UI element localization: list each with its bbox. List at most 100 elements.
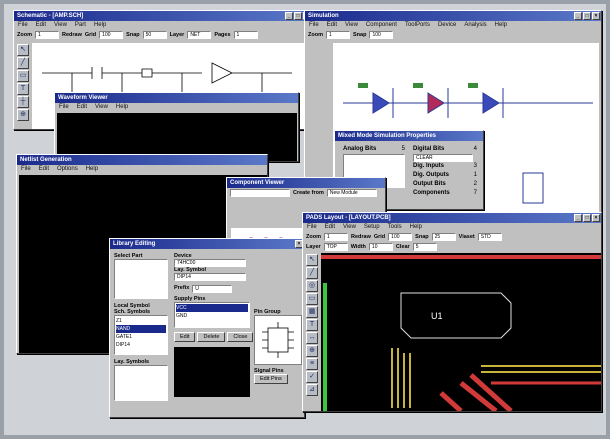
digital-bits-label: Digital Bits — [413, 146, 445, 152]
supply-pin-item[interactable]: GND — [176, 312, 248, 320]
lay-symbol-field[interactable]: DIP14 — [174, 273, 246, 281]
layer-field[interactable]: NET — [187, 31, 212, 39]
part-tool-icon[interactable]: ▭ — [306, 293, 318, 305]
viewer-titlebar[interactable]: Component Viewer — [227, 178, 385, 188]
snap-label: Snap — [352, 32, 367, 38]
measure-tool-icon[interactable]: ⊿ — [306, 384, 318, 396]
pads-titlebar[interactable]: PADS Layout - [LAYOUT.PCB] _ □ × — [303, 213, 601, 223]
symbol-item[interactable]: GATE1 — [116, 333, 166, 341]
mode-select[interactable]: CLEAR — [413, 154, 473, 162]
select-tool-icon[interactable]: ↖ — [306, 254, 318, 266]
device-field[interactable]: 74HC00 — [174, 259, 246, 267]
menu-item-view[interactable]: View — [95, 103, 108, 112]
menu-item-view[interactable]: View — [54, 21, 67, 30]
menu-item-help[interactable]: Help — [495, 21, 507, 30]
create-from-field[interactable]: New Module — [326, 189, 377, 197]
layer-tool-icon[interactable]: ≡ — [306, 358, 318, 370]
zoom-field[interactable]: 1 — [34, 31, 59, 39]
select-tool-icon[interactable]: ↖ — [17, 44, 29, 56]
dimension-tool-icon[interactable]: ↔ — [306, 332, 318, 344]
menu-item-edit[interactable]: Edit — [77, 103, 87, 112]
mixed-mode-titlebar[interactable]: Mixed Mode Simulation Properties — [335, 131, 483, 141]
supply-pin-list[interactable]: VCC GND — [174, 302, 250, 328]
maximize-icon[interactable]: □ — [294, 12, 302, 20]
part-tool-icon[interactable]: ▭ — [17, 70, 29, 82]
redraw-button[interactable]: Redraw — [351, 234, 371, 240]
snap-field[interactable]: 50 — [142, 31, 167, 39]
edit-pins-button[interactable]: Edit Pins — [254, 374, 288, 384]
grid-field[interactable]: 100 — [99, 31, 124, 39]
text-tool-icon[interactable]: T — [17, 83, 29, 95]
zoom-tool-icon[interactable]: ⊕ — [17, 109, 29, 121]
via-tool-icon[interactable]: ◎ — [306, 280, 318, 292]
close-icon[interactable]: × — [592, 214, 600, 222]
menu-item-component[interactable]: Component — [366, 21, 397, 30]
minimize-icon[interactable]: _ — [574, 214, 582, 222]
menu-item-view[interactable]: View — [345, 21, 358, 30]
simulator-titlebar[interactable]: Simulation _ □ × — [305, 11, 601, 21]
simulator-title: Simulation — [308, 13, 339, 19]
viewer-field[interactable] — [230, 189, 290, 197]
delete-button[interactable]: Delete — [197, 332, 226, 342]
wire-tool-icon[interactable]: ╱ — [17, 57, 29, 69]
menu-item-toolports[interactable]: ToolPorts — [405, 21, 430, 30]
menu-item-part[interactable]: Part — [75, 21, 86, 30]
route-tool-icon[interactable]: ╱ — [306, 267, 318, 279]
menu-item-tools[interactable]: Tools — [388, 223, 402, 232]
width-field[interactable]: 10 — [368, 243, 393, 251]
menu-item-help[interactable]: Help — [116, 103, 128, 112]
menu-item-edit[interactable]: Edit — [327, 21, 337, 30]
menu-item-file[interactable]: File — [307, 223, 317, 232]
text-tool-icon[interactable]: T — [306, 319, 318, 331]
edit-button[interactable]: Edit — [174, 332, 196, 342]
net-tool-icon[interactable]: ┼ — [17, 96, 29, 108]
zoom-field[interactable]: 1 — [323, 233, 348, 241]
menu-item-help[interactable]: Help — [94, 21, 106, 30]
viaset-field[interactable]: STD — [477, 233, 502, 241]
maximize-icon[interactable]: □ — [583, 214, 591, 222]
zoom-tool-icon[interactable]: ⊕ — [306, 345, 318, 357]
minimize-icon[interactable]: _ — [574, 12, 582, 20]
menu-item-file[interactable]: File — [18, 21, 28, 30]
close-icon[interactable]: × — [592, 12, 600, 20]
menu-item-device[interactable]: Device — [438, 21, 456, 30]
menu-item-analysis[interactable]: Analysis — [464, 21, 486, 30]
supply-pin-item[interactable]: VCC — [176, 304, 248, 312]
menu-item-file[interactable]: File — [309, 21, 319, 30]
minimize-icon[interactable]: _ — [285, 12, 293, 20]
netlist-titlebar[interactable]: Netlist Generation — [17, 155, 267, 165]
snap-field[interactable]: 25 — [431, 233, 456, 241]
menu-item-help[interactable]: Help — [86, 165, 98, 174]
symbol-item-selected[interactable]: NAND — [116, 325, 166, 333]
clear-field[interactable]: 5 — [412, 243, 437, 251]
menu-item-help[interactable]: Help — [410, 223, 422, 232]
snap-field[interactable]: 100 — [369, 31, 394, 39]
symbol-item[interactable]: Z1 — [116, 317, 166, 325]
menu-item-edit[interactable]: Edit — [36, 21, 46, 30]
redraw-button[interactable]: Redraw — [62, 32, 82, 38]
schematic-titlebar[interactable]: Schematic - [AMP.SCH] _□× — [14, 11, 312, 21]
pcb-canvas[interactable]: U1 — [321, 253, 601, 411]
waveform-titlebar[interactable]: Waveform Viewer — [55, 93, 298, 103]
grid-field[interactable]: 100 — [388, 233, 413, 241]
drc-tool-icon[interactable]: ✓ — [306, 371, 318, 383]
menu-item-setup[interactable]: Setup — [364, 223, 380, 232]
lay-symbol-list[interactable] — [114, 365, 168, 401]
menu-item-options[interactable]: Options — [57, 165, 78, 174]
copper-tool-icon[interactable]: ▦ — [306, 306, 318, 318]
maximize-icon[interactable]: □ — [583, 12, 591, 20]
menu-item-file[interactable]: File — [59, 103, 69, 112]
layer-field[interactable]: TOP — [323, 243, 348, 251]
menu-item-view[interactable]: View — [343, 223, 356, 232]
part-list[interactable] — [114, 259, 168, 299]
menu-item-edit[interactable]: Edit — [39, 165, 49, 174]
menu-item-edit[interactable]: Edit — [325, 223, 335, 232]
symbol-list[interactable]: Z1 NAND GATE1 DIP14 — [114, 315, 168, 355]
symbol-item[interactable]: DIP14 — [116, 341, 166, 349]
library-titlebar[interactable]: Library Editing × — [110, 239, 304, 249]
menu-item-file[interactable]: File — [21, 165, 31, 174]
close-button[interactable]: Close — [227, 332, 254, 342]
prefix-field[interactable]: U — [192, 285, 233, 293]
pages-field[interactable]: 1 — [233, 31, 258, 39]
zoom-field[interactable]: 1 — [325, 31, 350, 39]
